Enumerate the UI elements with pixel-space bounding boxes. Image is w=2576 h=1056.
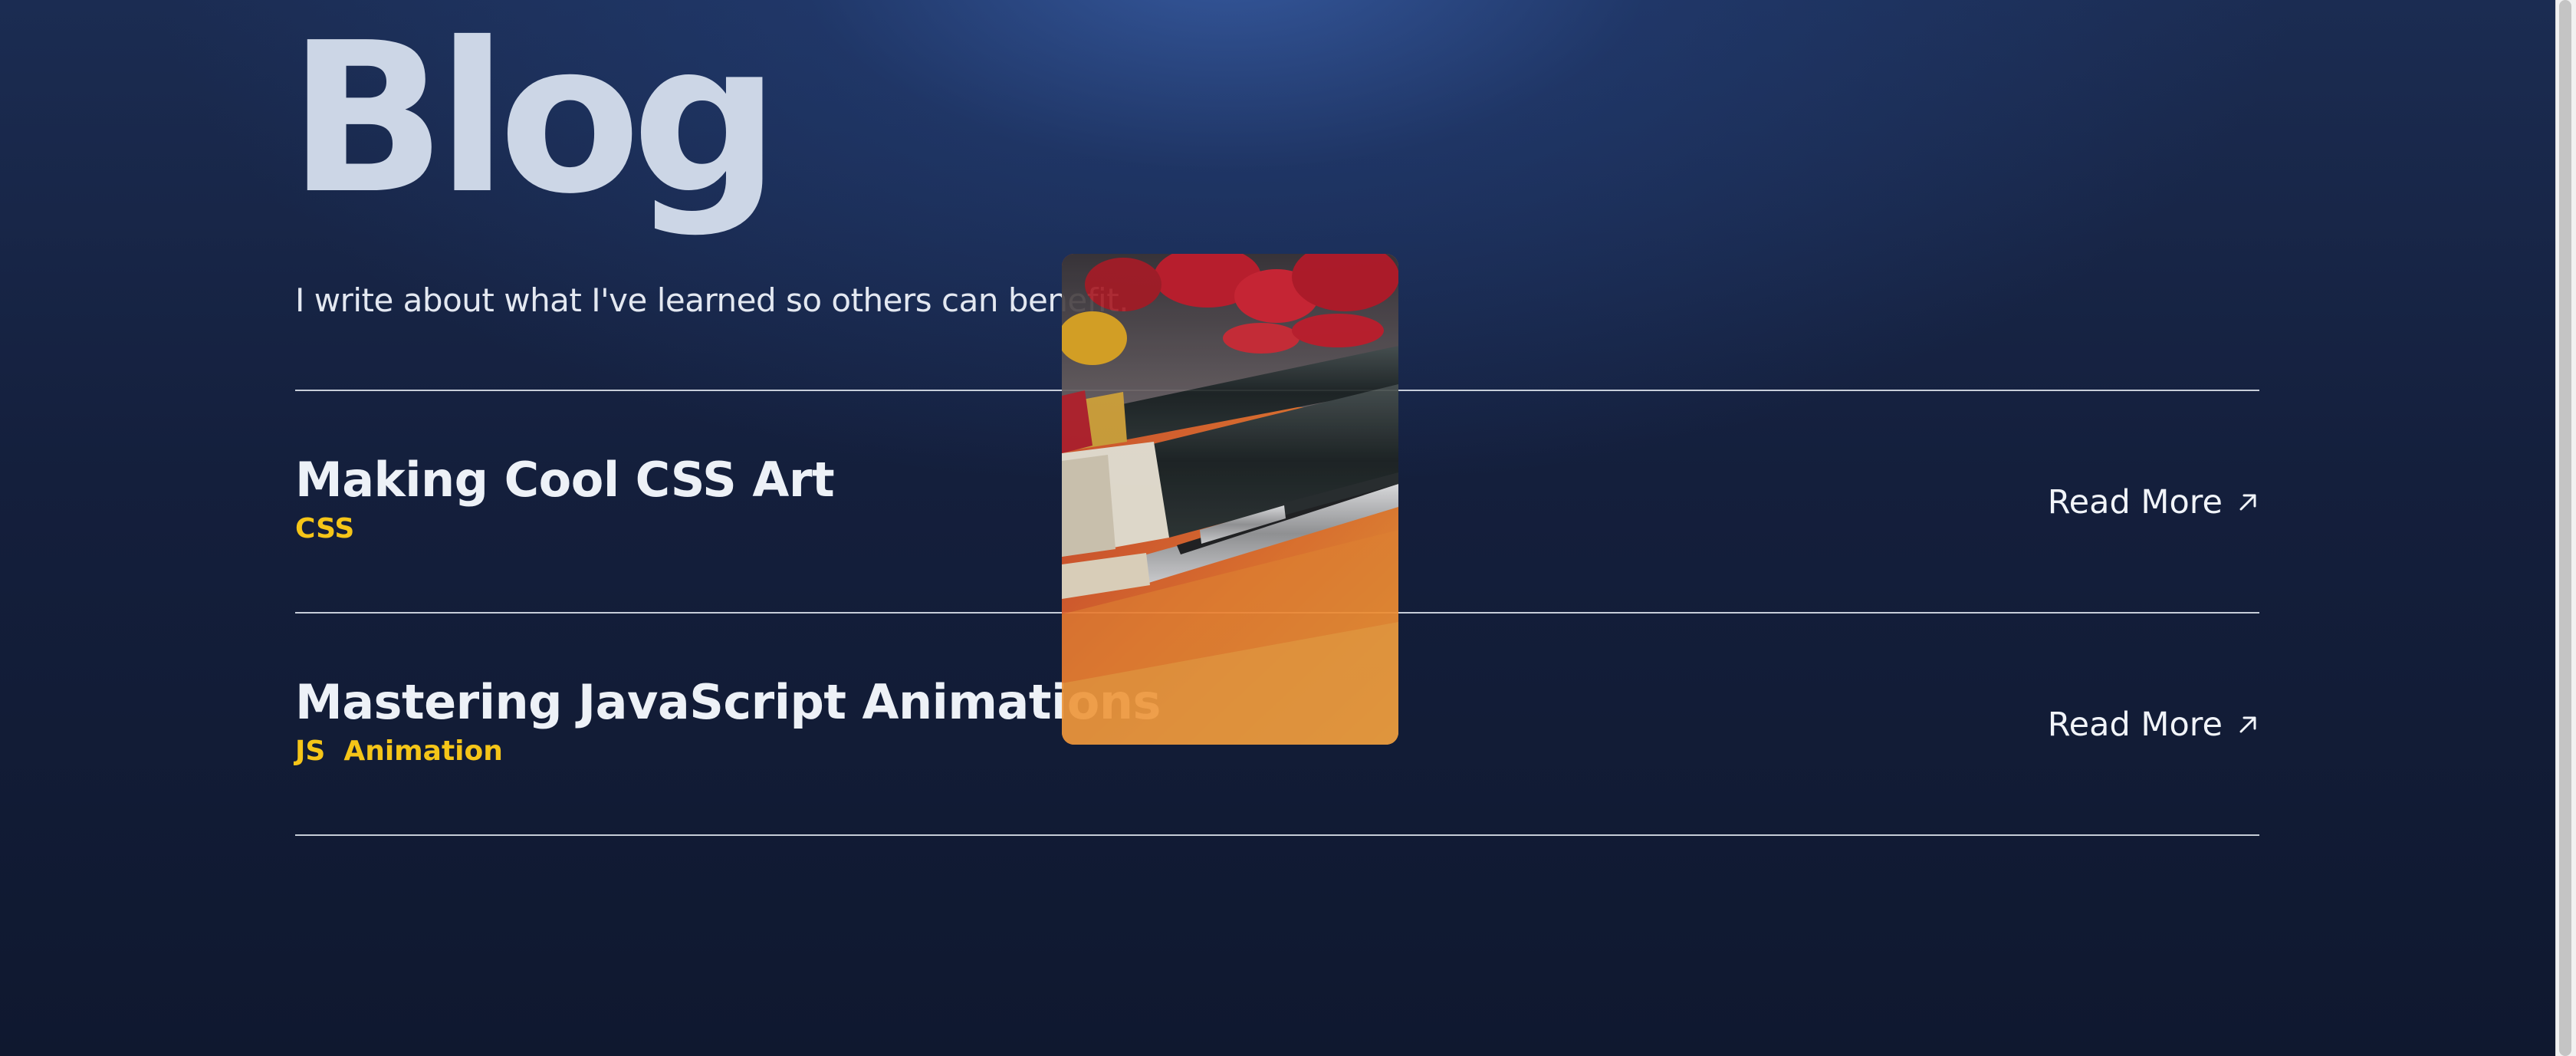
scrollbar-thumb[interactable] <box>2559 0 2571 1056</box>
post-preview-image <box>1062 254 1398 745</box>
post-tags: CSS <box>295 512 354 546</box>
page-subtitle: I write about what I've learned so other… <box>295 281 1129 319</box>
page-title: Blog <box>288 0 780 239</box>
read-more-label: Read More <box>2047 483 2223 521</box>
read-more-link[interactable]: Read More <box>2048 705 2259 745</box>
post-title[interactable]: Making Cool CSS Art <box>295 452 835 508</box>
arrow-up-right-icon <box>2239 716 2256 733</box>
post-tags: JS Animation <box>295 735 503 768</box>
scrollbar[interactable] <box>2555 0 2576 1056</box>
read-more-label: Read More <box>2047 706 2223 744</box>
divider-bottom <box>295 834 2259 836</box>
post-title[interactable]: Mastering JavaScript Animations <box>295 675 1161 730</box>
paintbrushes-image <box>1062 254 1398 745</box>
tag-label[interactable]: JS <box>295 735 325 768</box>
read-more-link[interactable]: Read More <box>2048 482 2259 522</box>
tag-label[interactable]: Animation <box>343 735 503 768</box>
arrow-up-right-icon <box>2239 494 2256 511</box>
tag-label[interactable]: CSS <box>295 512 354 546</box>
